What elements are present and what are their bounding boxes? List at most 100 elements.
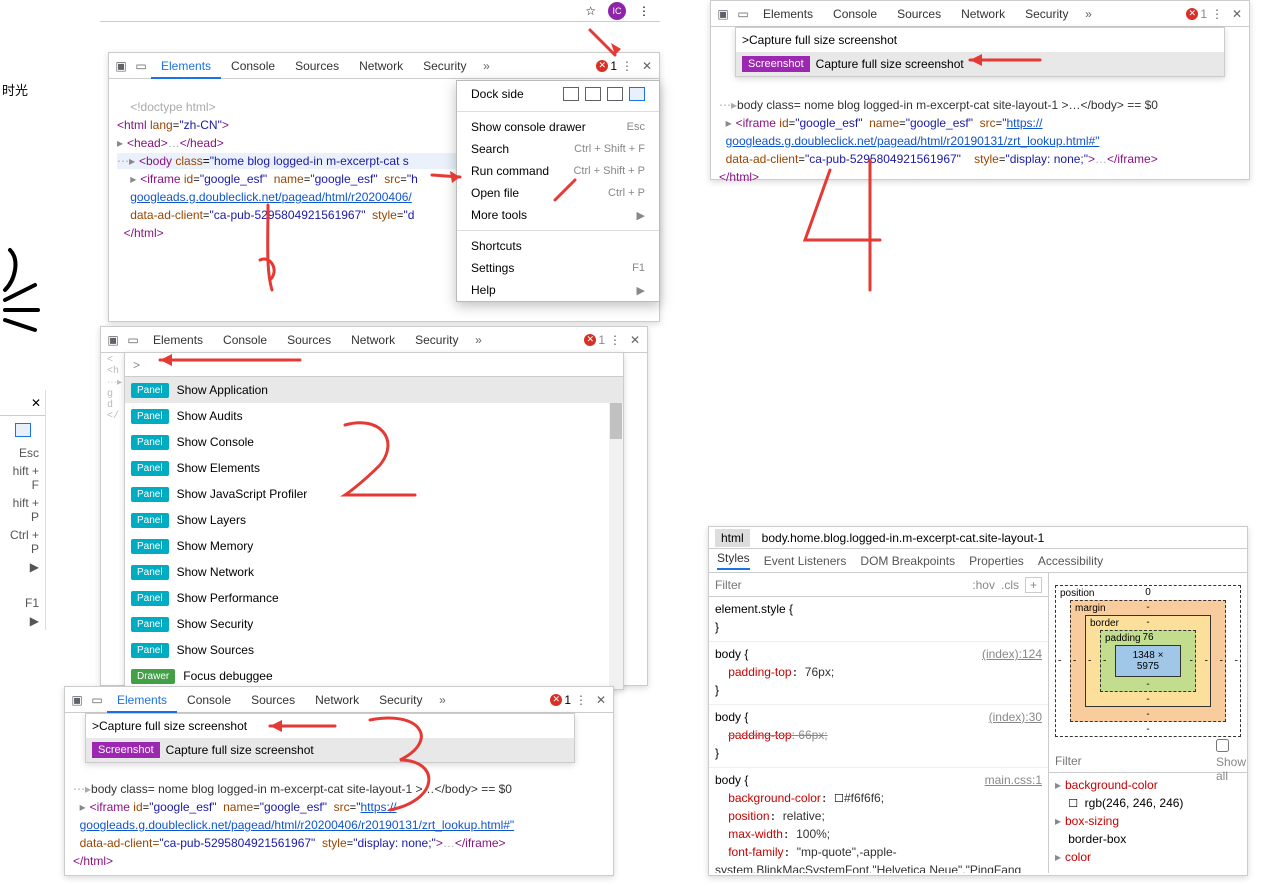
page-text: 时光: [2, 80, 28, 99]
menu-item[interactable]: SearchCtrl + Shift + F: [457, 138, 659, 160]
error-badge[interactable]: ✕1: [596, 59, 617, 73]
menu-item[interactable]: More tools▶: [457, 204, 659, 226]
command-item[interactable]: Panel Show Layers: [125, 507, 623, 533]
breadcrumb-item[interactable]: html: [715, 529, 750, 547]
tab-sources[interactable]: Sources: [285, 53, 349, 79]
command-palette: > PanelShow ApplicationPanelShow AuditsP…: [124, 352, 624, 690]
panel-badge: Panel: [131, 591, 169, 606]
panel-badge: Panel: [131, 539, 169, 554]
command-label: Show Audits: [177, 409, 243, 423]
shortcut: hift + F: [0, 462, 45, 494]
tab-security[interactable]: Security: [413, 53, 476, 79]
command-item[interactable]: PanelShow Console: [125, 429, 623, 455]
menu-item[interactable]: Shortcuts: [457, 235, 659, 257]
subtab-accessibility[interactable]: Accessibility: [1038, 554, 1103, 568]
tab-elements[interactable]: Elements: [151, 53, 221, 79]
panel-badge: Panel: [131, 383, 169, 398]
command-input[interactable]: >Capture full size screenshot: [736, 28, 1224, 52]
command-label: Capture full size screenshot: [166, 743, 314, 757]
command-label: Show Memory: [177, 539, 254, 553]
dock-bottom-icon[interactable]: [607, 87, 623, 101]
command-label: Show Application: [177, 383, 268, 397]
shortcut: F1: [0, 594, 45, 612]
command-item[interactable]: Panel Show Memory: [125, 533, 623, 559]
subtab-properties[interactable]: Properties: [969, 554, 1024, 568]
menu-item[interactable]: Show console drawerEsc: [457, 116, 659, 138]
panel-badge: Panel: [131, 617, 169, 632]
tab-network[interactable]: Network: [349, 53, 413, 79]
devtools-menu: Dock side Show console drawerEsc SearchC…: [456, 80, 660, 302]
panel-badge: Panel: [131, 487, 169, 502]
subtab-eventlisteners[interactable]: Event Listeners: [764, 554, 847, 568]
screenshot-badge: Screenshot: [742, 56, 810, 72]
command-result[interactable]: Screenshot Capture full size screenshot: [86, 738, 574, 762]
command-label: Focus debuggee: [183, 669, 272, 683]
command-item[interactable]: Panel Show Elements: [125, 455, 623, 481]
screenshot-badge: Screenshot: [92, 742, 160, 758]
breadcrumb: html body.home.blog.logged-in.m-excerpt-…: [709, 527, 1247, 549]
panel-badge: Panel: [131, 461, 169, 476]
shortcut: ▶: [0, 558, 45, 576]
panel-badge: Panel: [131, 409, 169, 424]
box-model: position0--- margin---- border---- paddi…: [1049, 573, 1247, 749]
dock-right-icon[interactable]: [629, 87, 645, 101]
more-tabs-icon[interactable]: »: [476, 56, 496, 76]
command-label: Show Network: [177, 565, 254, 579]
tab-console[interactable]: Console: [221, 53, 285, 79]
styles-filter-input[interactable]: [715, 578, 966, 592]
breadcrumb-item[interactable]: body.home.blog.logged-in.m-excerpt-cat.s…: [756, 529, 1051, 547]
star-icon[interactable]: ☆: [585, 4, 596, 18]
new-rule-button[interactable]: +: [1025, 577, 1042, 593]
devtools-panel-3: ▣ ▭ Elements Console Sources Network Sec…: [64, 686, 614, 876]
settings-kebab-icon[interactable]: ⋮: [617, 56, 637, 76]
devtools-tabbar: ▣ ▭ Elements Console Sources Network Sec…: [109, 53, 659, 79]
inspect-icon[interactable]: ▣: [67, 690, 87, 710]
tab-elements[interactable]: Elements: [107, 687, 177, 713]
shortcut: Esc: [0, 444, 45, 462]
subtab-dombreak[interactable]: DOM Breakpoints: [860, 554, 955, 568]
device-icon[interactable]: ▭: [131, 56, 151, 76]
dock-label: Dock side: [471, 87, 524, 101]
panel-badge: Panel: [131, 513, 169, 528]
command-item[interactable]: Panel Show Sources: [125, 637, 623, 663]
subtab-styles[interactable]: Styles: [717, 551, 750, 570]
shortcut: ▶: [0, 612, 45, 630]
command-label: Show Layers: [177, 513, 246, 527]
command-label: Show Performance: [177, 591, 279, 605]
command-item[interactable]: Panel Show Application: [125, 377, 623, 403]
command-prompt[interactable]: >: [133, 358, 140, 372]
cls-toggle[interactable]: .cls: [1001, 578, 1019, 592]
computed-filter-input[interactable]: [1055, 754, 1210, 768]
menu-item[interactable]: Open fileCtrl + P: [457, 182, 659, 204]
kebab-icon[interactable]: ⋮: [638, 4, 650, 18]
shortcut: hift + P: [0, 494, 45, 526]
command-item[interactable]: Panel Show JavaScript Profiler: [125, 481, 623, 507]
avatar-icon[interactable]: IC: [608, 2, 626, 20]
hov-toggle[interactable]: :hov: [972, 578, 995, 592]
device-icon[interactable]: ▭: [87, 690, 107, 710]
command-item[interactable]: PanelShow Network: [125, 559, 623, 585]
menu-item[interactable]: SettingsF1: [457, 257, 659, 279]
close-icon[interactable]: ✕: [637, 56, 657, 76]
command-label: Capture full size screenshot: [816, 57, 964, 71]
styles-pane: html body.home.blog.logged-in.m-excerpt-…: [708, 526, 1248, 876]
dock-left-icon[interactable]: [585, 87, 601, 101]
menu-item[interactable]: Help▶: [457, 279, 659, 301]
command-item[interactable]: Panel Show Security: [125, 611, 623, 637]
command-input[interactable]: >Capture full size screenshot: [86, 714, 574, 738]
box-model-content: 1348 × 5975: [1115, 645, 1181, 677]
menu-run-command[interactable]: Run commandCtrl + Shift + P: [457, 160, 659, 182]
command-item[interactable]: Panel Show Performance: [125, 585, 623, 611]
command-label: Show Security: [177, 617, 254, 631]
panel-badge: Panel: [131, 643, 169, 658]
dock-undock-icon[interactable]: [563, 87, 579, 101]
command-item[interactable]: Panel Show Audits: [125, 403, 623, 429]
command-label: Show Elements: [177, 461, 260, 475]
command-label: Show JavaScript Profiler: [177, 487, 308, 501]
command-label: Show Sources: [177, 643, 254, 657]
command-result[interactable]: Screenshot Capture full size screenshot: [736, 52, 1224, 76]
devtools-panel-4: ▣▭ Elements Console Sources Network Secu…: [710, 0, 1250, 180]
styles-subtabs: Styles Event Listeners DOM Breakpoints P…: [709, 549, 1247, 573]
drawer-badge: Drawer: [131, 669, 175, 684]
inspect-icon[interactable]: ▣: [111, 56, 131, 76]
